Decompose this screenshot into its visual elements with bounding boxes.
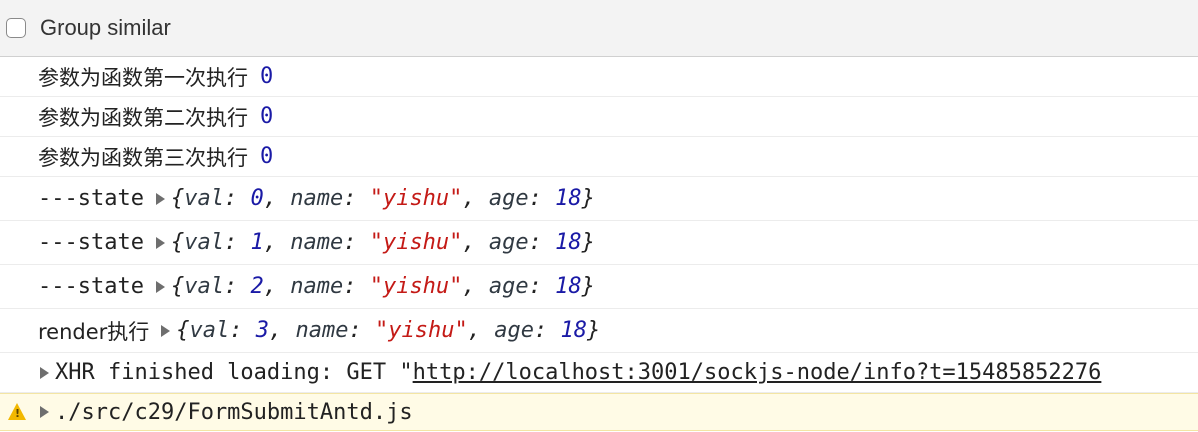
log-text: 参数为函数第二次执行: [38, 105, 248, 130]
console-toolbar: Group similar: [0, 0, 1198, 57]
console-render-row: render执行 {val: 3, name: "yishu", age: 18…: [0, 309, 1198, 353]
state-name: "yishu": [369, 186, 463, 211]
object-preview[interactable]: {val: 0, name: "yishu", age: 18}: [171, 186, 595, 211]
state-val: 1: [250, 230, 264, 255]
expand-triangle-icon[interactable]: [40, 366, 49, 379]
render-name: "yishu": [375, 318, 468, 343]
state-val: 2: [250, 274, 264, 299]
console-xhr-row[interactable]: XHR finished loading: GET " http://localh…: [0, 353, 1198, 393]
log-text: 参数为函数第一次执行: [38, 65, 248, 90]
state-age: 18: [555, 186, 582, 211]
console-state-row: ---state {val: 2, name: "yishu", age: 18…: [0, 265, 1198, 309]
log-value: 0: [260, 144, 274, 169]
render-val: 3: [255, 318, 270, 343]
render-label: render执行: [38, 319, 150, 344]
state-age: 18: [555, 230, 582, 255]
log-value: 0: [260, 64, 274, 89]
render-age: 18: [560, 318, 588, 343]
xhr-url-link[interactable]: http://localhost:3001/sockjs-node/info?t…: [413, 360, 1102, 385]
warning-icon-mark: !: [15, 407, 21, 420]
group-similar-label[interactable]: Group similar: [40, 15, 171, 41]
expand-triangle-icon[interactable]: [155, 236, 165, 249]
object-preview[interactable]: {val: 1, name: "yishu", age: 18}: [171, 230, 595, 255]
state-label: ---state: [38, 230, 144, 255]
console-log-row: 参数为函数第三次执行 0: [0, 137, 1198, 177]
object-preview[interactable]: {val: 2, name: "yishu", age: 18}: [171, 274, 595, 299]
expand-triangle-icon[interactable]: [155, 192, 165, 205]
xhr-prefix: XHR finished loading: GET ": [55, 360, 413, 385]
group-similar-checkbox[interactable]: [6, 18, 26, 38]
expand-triangle-icon[interactable]: [40, 406, 49, 418]
state-label: ---state: [38, 274, 144, 299]
console-warning-row[interactable]: ! ./src/c29/FormSubmitAntd.js: [0, 393, 1198, 431]
console-log-row: 参数为函数第一次执行 0: [0, 57, 1198, 97]
log-value: 0: [260, 104, 274, 129]
console-state-row: ---state {val: 0, name: "yishu", age: 18…: [0, 177, 1198, 221]
console-messages: 参数为函数第一次执行 0 参数为函数第二次执行 0 参数为函数第三次执行 0 ---s…: [0, 57, 1198, 431]
state-age: 18: [555, 274, 582, 299]
state-name: "yishu": [369, 230, 463, 255]
state-name: "yishu": [369, 274, 463, 299]
state-val: 0: [250, 186, 264, 211]
expand-triangle-icon[interactable]: [161, 324, 171, 337]
expand-triangle-icon[interactable]: [155, 280, 165, 293]
state-label: ---state: [38, 186, 144, 211]
console-state-row: ---state {val: 1, name: "yishu", age: 18…: [0, 221, 1198, 265]
log-text: 参数为函数第三次执行: [38, 145, 248, 170]
object-preview[interactable]: {val: 3, name: "yishu", age: 18}: [176, 318, 600, 343]
console-log-row: 参数为函数第二次执行 0: [0, 97, 1198, 137]
warning-text: ./src/c29/FormSubmitAntd.js: [55, 399, 413, 425]
